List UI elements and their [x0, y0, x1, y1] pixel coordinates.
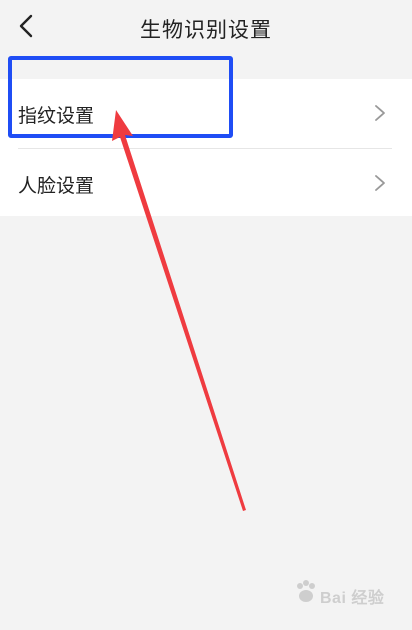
list-item-face[interactable]: 人脸设置	[0, 149, 412, 217]
list-item-label: 指纹设置	[18, 105, 95, 127]
page-title: 生物识别设置	[140, 18, 272, 42]
chevron-right-icon	[375, 105, 385, 121]
watermark: Bai 经验	[292, 575, 400, 609]
paw-icon	[297, 580, 315, 602]
list-item-fingerprint[interactable]: 指纹设置	[0, 79, 412, 149]
top-bar: 生物识别设置	[0, 0, 412, 55]
chevron-right-icon	[375, 175, 385, 191]
list-item-label: 人脸设置	[18, 175, 95, 197]
settings-list: 指纹设置 人脸设置	[0, 79, 412, 216]
watermark-text: Bai 经验	[320, 590, 385, 607]
